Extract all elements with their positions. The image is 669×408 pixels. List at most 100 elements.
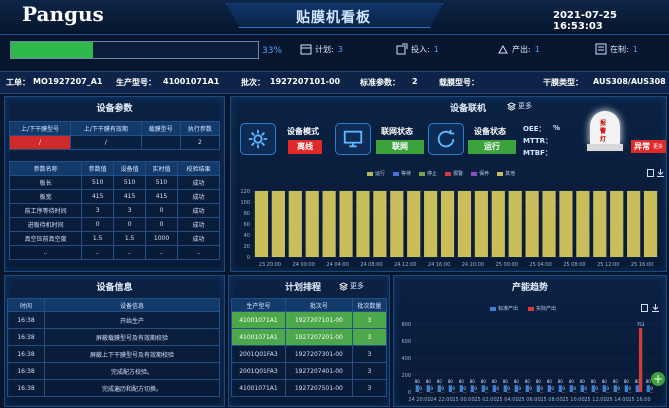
alarm-status[interactable]: 异常 更多 xyxy=(631,140,666,153)
plan-value: 3 xyxy=(337,44,343,54)
bar-value-label: 80 xyxy=(580,379,586,384)
progress-bar xyxy=(10,41,259,59)
table-row: 16:38 开始生产 xyxy=(7,311,220,329)
param-cell: 前工序等待时间 xyxy=(8,203,83,218)
status-bar xyxy=(576,191,590,257)
network-iconbox xyxy=(335,123,371,155)
plan-stat: 计划: 3 xyxy=(300,43,343,55)
table-row[interactable]: 2001Q01FA3 1927207301-00 3 xyxy=(231,345,388,363)
legend-label: 运行 xyxy=(375,171,386,177)
x-tick-label: 24 12:00 xyxy=(394,262,416,268)
bar-value-label: 0 xyxy=(529,386,532,391)
page-title: 贴膜机看板 xyxy=(296,10,371,26)
table-row: 16:38 完成配方校验。 xyxy=(7,362,220,380)
bar-value-label: 0 xyxy=(507,386,510,391)
param-cell: .. xyxy=(145,245,178,260)
device-info-panel: 设备信息 时间 设备信息 16:38 开始生产 16:38 屏蔽载膜型号及有效期校验… xyxy=(4,275,225,407)
bar-value-label: 80 xyxy=(481,379,487,384)
legend-label: 停止 xyxy=(427,171,438,177)
network-label: 联网状态 xyxy=(381,127,413,136)
info-message: 屏蔽上下干膜型号及有效期校验 xyxy=(44,345,220,363)
param-cell: 1.5 xyxy=(81,231,115,246)
table-row: .......... xyxy=(8,245,221,260)
legend-label: 报警 xyxy=(453,171,464,177)
trend-bar xyxy=(616,392,621,393)
download-icon[interactable] xyxy=(652,304,659,312)
param-cell: 415 xyxy=(145,189,178,204)
bar-value-label: 0 xyxy=(573,386,576,391)
bar-value-label: 0 xyxy=(463,386,466,391)
trend-bar xyxy=(451,392,456,393)
legend-item: 实际产出 xyxy=(528,305,556,312)
std-label: 标准参数： xyxy=(360,78,400,87)
status-bar xyxy=(322,191,336,257)
trend-title: 产能趋势 xyxy=(511,283,548,293)
trend-bar xyxy=(495,392,500,393)
trend-bar xyxy=(418,392,423,393)
x-tick-label: 25 14:00 xyxy=(606,397,628,403)
download-icon[interactable] xyxy=(657,169,664,177)
plus-icon: + xyxy=(652,372,664,386)
plan-cell: 3 xyxy=(351,379,388,397)
plan-cell: 41001071A1 xyxy=(231,328,286,346)
param-header: 参数名称 xyxy=(8,161,83,176)
param-header: 参数值 xyxy=(81,161,115,176)
plan-header: 批次数量 xyxy=(351,298,388,312)
bar-value-label: 0 xyxy=(540,386,543,391)
x-tick-label: 25 00:00 xyxy=(496,262,518,268)
plan-panel: 计划排程 更多 生产型号 批次号 批次数量 41001071A1 19272071… xyxy=(228,275,390,407)
table-row: 16:38 屏蔽上下干膜型号及有效期校验 xyxy=(7,345,220,363)
table-row[interactable]: 2001Q01FA3 1927207401-00 3 xyxy=(231,362,388,380)
table-row[interactable]: 41001071A1 1927207201-00 3 xyxy=(231,328,388,346)
input-label: 投入: xyxy=(411,44,430,54)
bar-value-label: 0 xyxy=(419,386,422,391)
param-cell: 510 xyxy=(113,175,147,190)
status-legend: 运行 等待 停止 报警 保养 其他 xyxy=(367,170,515,177)
trend-bar xyxy=(594,392,599,393)
param-cell: 成功 xyxy=(176,203,221,218)
plan-header: 批次号 xyxy=(284,298,353,312)
info-bar: 工单： MO1927207_A1 生产型号： 41001071A1 批次： 19… xyxy=(0,71,669,94)
status-bar xyxy=(593,191,607,257)
param-cell: 415 xyxy=(113,189,147,204)
device-link-more[interactable]: 更多 xyxy=(507,101,532,111)
model-label: 生产型号： xyxy=(116,78,156,87)
doc-icon[interactable] xyxy=(647,169,654,177)
batch-value: 1927207101-00 xyxy=(270,77,341,86)
bar-value-label: 0 xyxy=(551,386,554,391)
add-button[interactable]: + xyxy=(651,372,665,386)
dry-label: 干膜类型： xyxy=(543,78,583,87)
top-header: 上/下干膜有效期 xyxy=(70,121,142,136)
bar-value-label: 0 xyxy=(441,386,444,391)
bar-value-label: 80 xyxy=(591,379,597,384)
bar-value-label: 80 xyxy=(459,379,465,384)
plan-more[interactable]: 更多 xyxy=(339,281,364,291)
status-bar xyxy=(542,191,556,257)
gear-icon xyxy=(248,129,268,149)
x-tick-label: 24 20:00 xyxy=(462,262,484,268)
device-params-panel: 设备参数 上/下干膜型号 上/下干膜有效期 载膜型号 执行参数 / / 2 参数… xyxy=(4,96,225,272)
y-tick-label: 0 xyxy=(408,390,411,396)
param-header: 实时值 xyxy=(145,161,178,176)
monitor-icon xyxy=(343,130,363,148)
param-cell: 510 xyxy=(81,175,115,190)
param-cell: 成功 xyxy=(176,189,221,204)
y-tick-label: 800 xyxy=(401,322,411,328)
plan-cell: 3 xyxy=(351,328,388,346)
status-bar xyxy=(271,191,285,257)
lamp-base xyxy=(587,144,623,151)
y-tick-label: 600 xyxy=(401,339,411,345)
doc-icon[interactable] xyxy=(641,304,648,312)
param-cell: .. xyxy=(8,245,83,260)
table-row[interactable]: 41001071A1 1927207501-00 3 xyxy=(231,379,388,397)
bar-value-label: 0 xyxy=(650,386,653,391)
bar-value-label: 80 xyxy=(536,379,542,384)
param-cell: 0 xyxy=(81,217,115,232)
status-bar xyxy=(440,191,455,257)
table-row[interactable]: 41001071A1 1927207101-00 3 xyxy=(231,311,388,329)
plan-cell: 3 xyxy=(351,345,388,363)
x-tick-label: 25 02:00 xyxy=(474,397,496,403)
legend-item: 等待 xyxy=(393,170,411,177)
x-tick-label: 24 20:00 xyxy=(408,397,430,403)
legend-label: 实际产出 xyxy=(536,306,557,312)
